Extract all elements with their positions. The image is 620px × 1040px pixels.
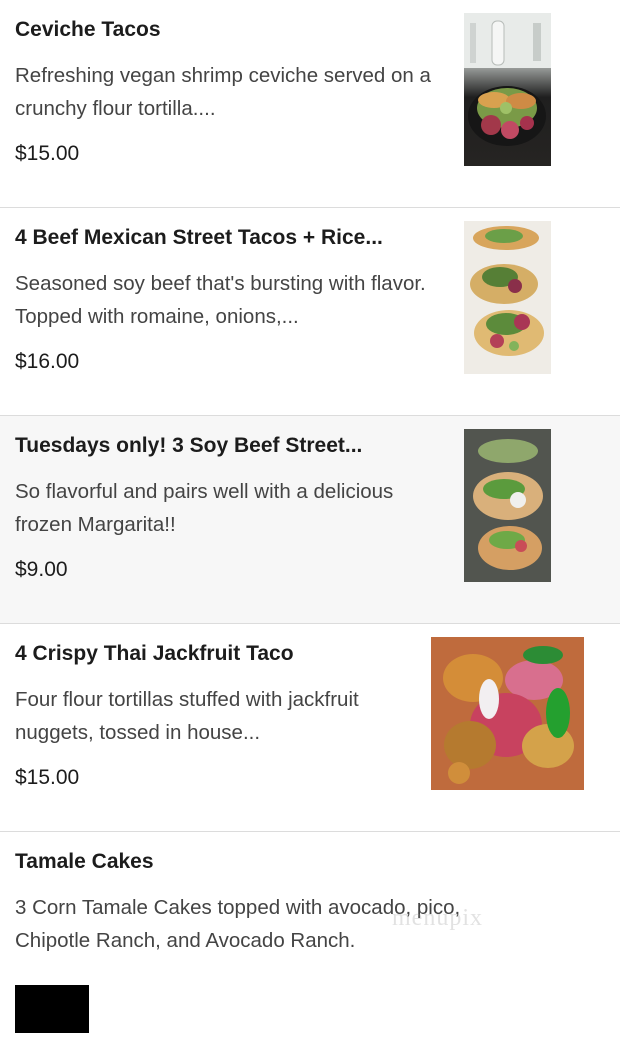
food-photo-icon[interactable] (431, 637, 584, 790)
menu-item-title: Tamale Cakes (15, 850, 154, 873)
menu-item-price: $9.00 (15, 558, 68, 581)
menu-item-title: Ceviche Tacos (15, 18, 161, 41)
menu-item[interactable]: Ceviche Tacos Refreshing vegan shrimp ce… (0, 0, 620, 208)
menu-item[interactable]: Tamale Cakes 3 Corn Tamale Cakes topped … (0, 832, 620, 1040)
menu-item-description: Refreshing vegan shrimp ceviche served o… (15, 64, 431, 120)
watermark: menupix (392, 905, 483, 931)
menu-item-description: Four flour tortillas stuffed with jackfr… (15, 688, 359, 744)
menu-list: Ceviche Tacos Refreshing vegan shrimp ce… (0, 0, 620, 1033)
menu-item-description: So flavorful and pairs well with a delic… (15, 480, 394, 536)
food-photo-icon[interactable] (464, 13, 551, 166)
menu-item-title: 4 Crispy Thai Jackfruit Taco (15, 642, 294, 665)
menu-item-title: Tuesdays only! 3 Soy Beef Street... (15, 434, 363, 457)
food-photo-icon[interactable] (464, 221, 551, 374)
food-photo-icon[interactable] (464, 429, 551, 582)
menu-item[interactable]: 4 Crispy Thai Jackfruit Taco Four flour … (0, 624, 620, 832)
menu-item-price: $16.00 (15, 350, 80, 373)
menu-item-description: Seasoned soy beef that's bursting with f… (15, 272, 426, 328)
menu-item[interactable]: 4 Beef Mexican Street Tacos + Rice... Se… (0, 208, 620, 416)
menu-item-title: 4 Beef Mexican Street Tacos + Rice... (15, 226, 383, 249)
menu-item-price: $15.00 (15, 142, 80, 165)
menu-item[interactable]: Tuesdays only! 3 Soy Beef Street... So f… (0, 416, 620, 624)
menu-item-price: $15.00 (15, 766, 80, 789)
price-overlay-block (15, 985, 89, 1033)
